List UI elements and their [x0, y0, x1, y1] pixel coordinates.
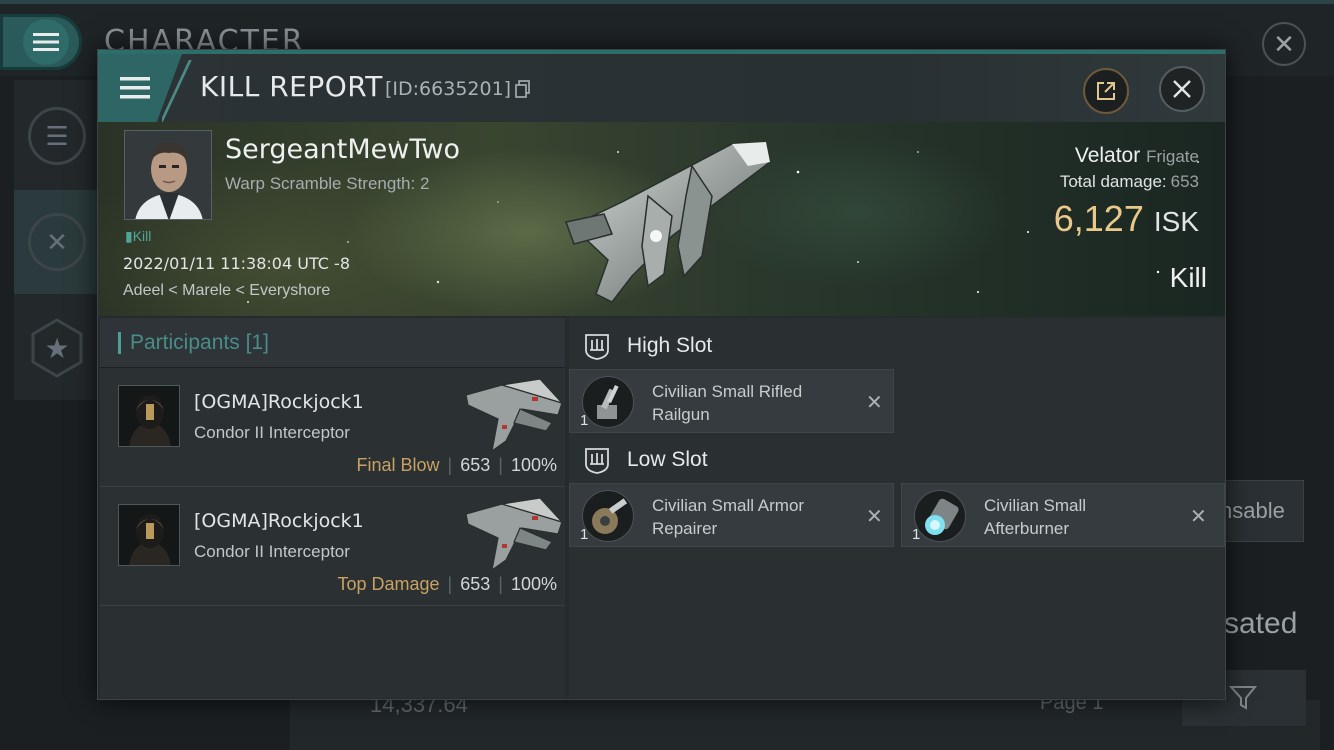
star-badge-icon: ★: [31, 318, 83, 378]
sidebar-item-combat[interactable]: ✕: [14, 190, 100, 294]
victim-name[interactable]: SergeantMewTwo: [225, 134, 460, 165]
kill-tag: ▮Kill: [125, 228, 151, 245]
participants-title: Participants [1]: [130, 331, 269, 355]
copy-icon[interactable]: [515, 80, 531, 98]
participant-row[interactable]: [OGMA]Rockjock1 Condor II Interceptor To…: [100, 488, 565, 606]
hamburger-icon: [120, 77, 150, 99]
fitting-panel: High Slot 1 Civilian Small Rifled Railgu…: [569, 318, 1225, 698]
slot-icon: [585, 334, 609, 360]
ship-class: Frigate: [1146, 147, 1199, 166]
slot-icon: [585, 448, 609, 474]
low-slot-title: Low Slot: [627, 448, 708, 471]
kill-banner: SergeantMewTwo Warp Scramble Strength: 2…: [98, 122, 1225, 316]
share-button[interactable]: [1083, 68, 1129, 114]
module-item[interactable]: 1 Civilian Small Armor Repairer ✕: [569, 483, 894, 547]
close-icon[interactable]: ✕: [866, 390, 883, 415]
report-id[interactable]: [ID:6635201]: [385, 78, 531, 100]
character-portrait-image: [125, 131, 211, 219]
module-quantity: 1: [912, 526, 921, 543]
module-item[interactable]: 1 Civilian Small Afterburner ✕: [901, 483, 1225, 547]
ship-name: Velator: [1074, 144, 1141, 167]
participant-label: Final Blow: [356, 455, 440, 475]
crossed-swords-icon: ✕: [28, 213, 86, 271]
participants-header: Participants [1]: [100, 318, 565, 368]
high-slot-title: High Slot: [627, 334, 713, 357]
afterburner-icon: [914, 490, 966, 542]
participant-percent: 100%: [510, 455, 557, 475]
module-name: Civilian Small Armor Repairer: [652, 496, 805, 538]
list-icon: ☰: [28, 107, 86, 165]
result-label: Kill: [1169, 262, 1207, 293]
isk-value: 6,127 ISK: [1054, 198, 1199, 240]
kill-location[interactable]: Adeel < Marele < Everyshore: [123, 282, 330, 300]
participant-portrait-image: [119, 505, 179, 565]
close-icon[interactable]: ✕: [1190, 504, 1207, 529]
armor-repairer-icon: [582, 490, 634, 542]
dialog-title: KILL REPORT: [200, 70, 383, 103]
background-menu-button[interactable]: [0, 14, 82, 70]
participant-name[interactable]: [OGMA]Rockjock1: [194, 510, 364, 532]
background-right-label: nsable: [1220, 498, 1285, 523]
participant-avatar: [118, 504, 180, 566]
victim-ship-image: [564, 141, 771, 303]
sidebar-item-star[interactable]: ★: [14, 296, 100, 400]
participants-accent-bar: [118, 332, 121, 354]
participants-count: [1]: [245, 331, 269, 354]
isk-unit: ISK: [1153, 206, 1199, 237]
participant-portrait-image: [119, 386, 179, 446]
railgun-icon: [582, 376, 634, 428]
background-right-status: sated: [1224, 607, 1298, 640]
high-slot-header: High Slot: [583, 326, 712, 366]
kill-tag-text: Kill: [132, 228, 152, 244]
participant-stats: Top Damage | 653 | 100%: [337, 574, 557, 595]
participant-ship[interactable]: Condor II Interceptor: [194, 423, 350, 443]
close-icon: ✕: [1273, 28, 1295, 59]
module-item[interactable]: 1 Civilian Small Rifled Railgun ✕: [569, 369, 894, 433]
participant-ship-image: [465, 378, 564, 453]
victim-portrait[interactable]: [124, 130, 212, 220]
dialog-header: KILL REPORT [ID:6635201]: [98, 50, 1225, 122]
participants-title-text: Participants: [130, 331, 240, 354]
report-id-text: [ID:6635201]: [385, 78, 512, 100]
close-icon[interactable]: ✕: [866, 504, 883, 529]
stats-divider: |: [447, 455, 453, 475]
background-close-button[interactable]: ✕: [1262, 22, 1306, 66]
kill-tag-marker: ▮: [125, 228, 133, 244]
participant-label: Top Damage: [337, 574, 440, 594]
participant-ship[interactable]: Condor II Interceptor: [194, 542, 350, 562]
stats-divider: |: [498, 574, 503, 594]
victim-ship[interactable]: Velator Frigate: [1075, 144, 1199, 168]
participant-damage: 653: [460, 455, 491, 475]
share-icon: [1097, 82, 1115, 100]
module-name: Civilian Small Afterburner: [984, 496, 1087, 538]
close-button[interactable]: [1159, 66, 1205, 112]
participant-avatar: [118, 385, 180, 447]
total-damage: Total damage: 653: [1060, 172, 1199, 192]
module-name: Civilian Small Rifled Railgun: [652, 382, 803, 424]
stats-divider: |: [447, 574, 453, 594]
kill-report-dialog: KILL REPORT [ID:6635201] SergeantMewTwo …: [97, 49, 1226, 700]
module-quantity: 1: [580, 526, 589, 543]
participant-damage: 653: [460, 574, 491, 594]
svg-text:★: ★: [44, 332, 69, 365]
participant-percent: 100%: [510, 574, 557, 594]
header-accent-stripe: [162, 60, 192, 122]
isk-amount: 6,127: [1053, 198, 1144, 239]
participant-row[interactable]: [OGMA]Rockjock1 Condor II Interceptor Fi…: [100, 369, 565, 487]
filter-icon: [1229, 686, 1258, 710]
participant-name[interactable]: [OGMA]Rockjock1: [194, 391, 364, 413]
close-icon: [1173, 80, 1191, 98]
participants-panel: Participants [1] [OGMA]Rockjock1 Condor …: [100, 318, 565, 698]
participant-stats: Final Blow | 653 | 100%: [357, 455, 558, 476]
stats-divider: |: [498, 455, 503, 475]
kill-timestamp: 2022/01/11 11:38:04 UTC -8: [123, 254, 351, 273]
sidebar-item-list[interactable]: ☰: [14, 84, 100, 188]
total-damage-value: 653: [1170, 172, 1199, 191]
participant-ship-image: [465, 497, 564, 572]
hamburger-icon: [33, 33, 59, 51]
total-damage-label: Total damage:: [1059, 172, 1167, 191]
module-quantity: 1: [580, 412, 589, 429]
warp-scramble-strength: Warp Scramble Strength: 2: [225, 174, 430, 193]
low-slot-header: Low Slot: [583, 440, 708, 480]
